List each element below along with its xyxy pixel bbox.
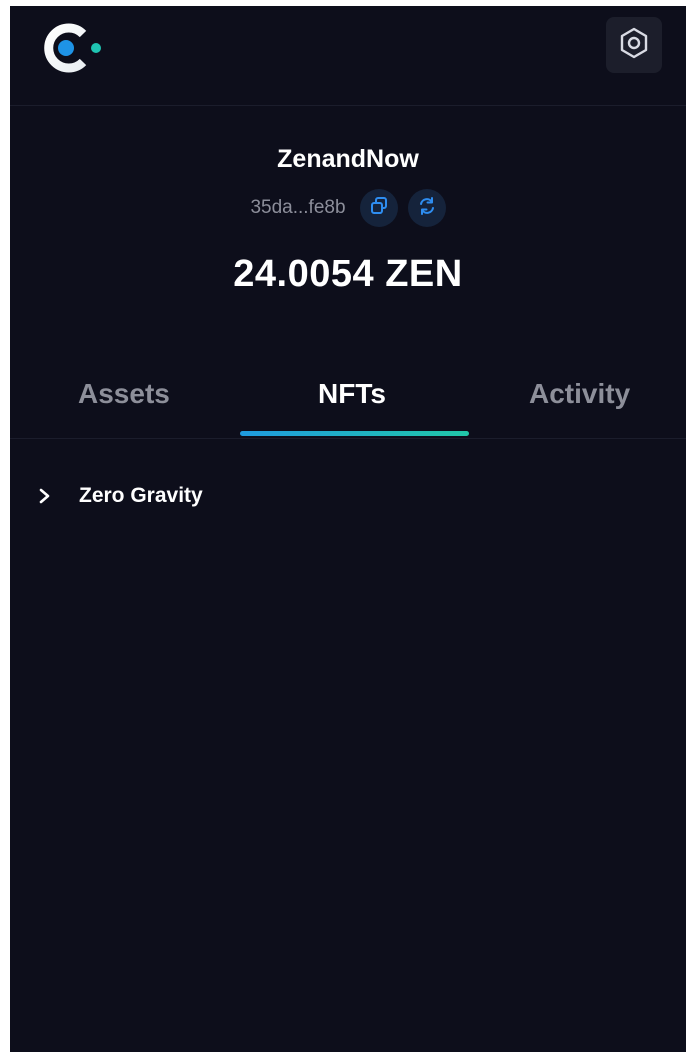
tab-activity[interactable]: Activity <box>529 378 630 410</box>
tab-assets[interactable]: Assets <box>78 378 170 410</box>
nft-collection-name: Zero Gravity <box>79 484 203 507</box>
logo-icon <box>43 23 105 73</box>
settings-icon <box>617 26 651 65</box>
tab-bar: Assets NFTs Activity <box>10 368 686 439</box>
account-name: ZenandNow <box>277 145 419 173</box>
wallet-app: ZenandNow 35da...fe8b 24.0054 ZEN Assets… <box>10 6 686 1052</box>
settings-button[interactable] <box>606 17 662 73</box>
chevron-right-icon <box>38 487 52 505</box>
address-row: 35da...fe8b <box>10 189 686 227</box>
copy-icon <box>369 196 389 221</box>
active-tab-indicator <box>240 431 469 436</box>
nft-collection-row[interactable]: Zero Gravity <box>10 476 686 516</box>
account-balance: 24.0054 ZEN <box>233 253 463 295</box>
tab-nfts[interactable]: NFTs <box>318 378 386 410</box>
top-bar <box>10 6 686 106</box>
copy-address-button[interactable] <box>359 189 398 227</box>
nft-collection-list: Zero Gravity <box>10 476 686 516</box>
switch-account-button[interactable] <box>407 189 446 227</box>
account-address: 35da...fe8b <box>250 197 346 218</box>
refresh-icon <box>417 196 437 221</box>
